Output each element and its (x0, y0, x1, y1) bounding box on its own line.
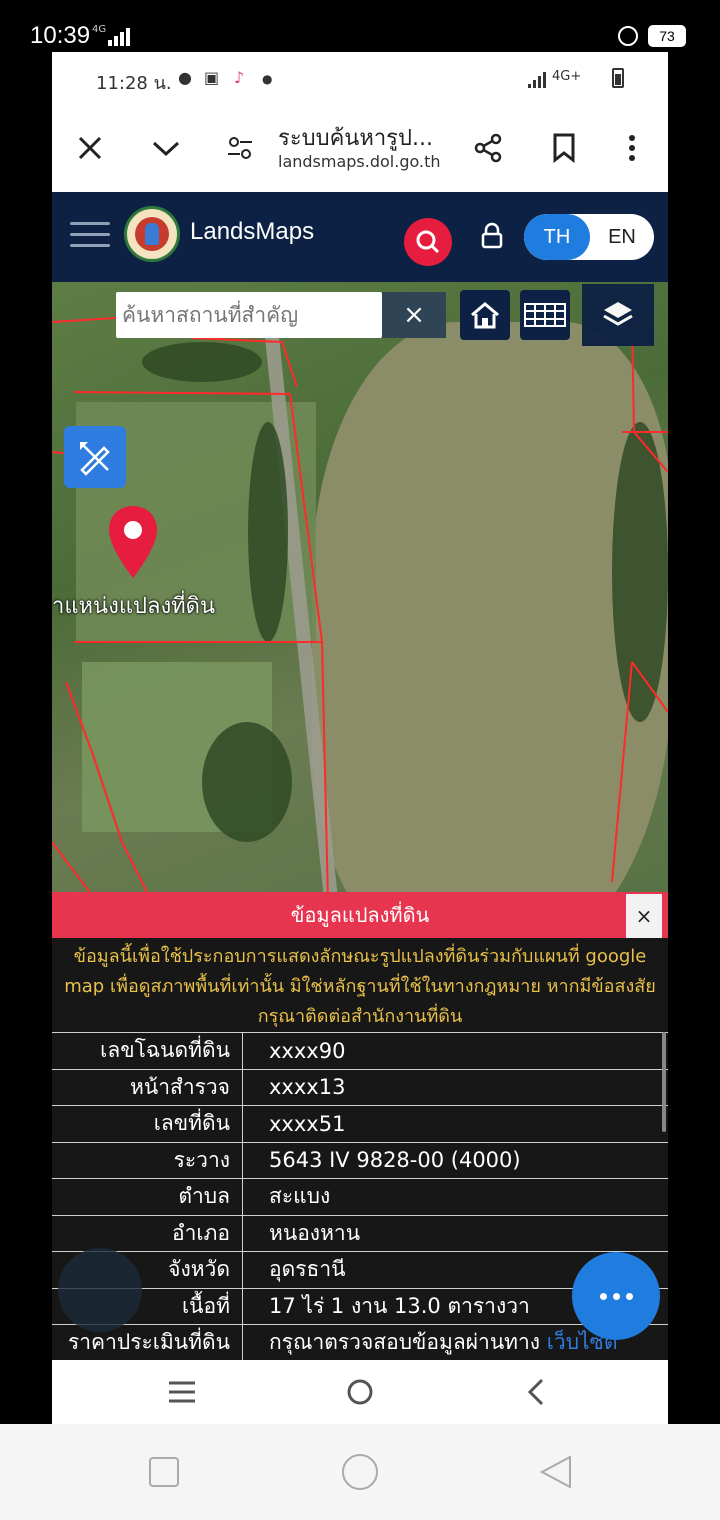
row-label: เลขโฉนดที่ดิน (100, 1038, 230, 1063)
bookmark-icon[interactable] (544, 128, 584, 168)
row-label: ระวาง (173, 1147, 230, 1172)
chevron-down-icon[interactable] (146, 128, 186, 168)
share-icon[interactable] (468, 128, 508, 168)
phone-nav-bar (52, 1360, 668, 1424)
app-name: LandsMaps (190, 218, 315, 245)
table-row: เลขที่ดิน xxxx51 (52, 1105, 668, 1142)
back-triangle-icon[interactable] (538, 1454, 574, 1490)
language-toggle[interactable]: TH EN (524, 214, 654, 260)
row-value: 5643 IV 9828-00 (4000) (269, 1148, 521, 1173)
layers-button[interactable] (582, 284, 654, 346)
landsmaps-logo (124, 206, 180, 262)
outer-status-bar: 10:39 4G 73 (0, 0, 720, 52)
row-value-text: กรุณาตรวจสอบข้อมูลผ่านทาง (269, 1330, 541, 1355)
signal-icon (108, 28, 130, 46)
more-actions-fab[interactable] (572, 1252, 660, 1340)
search-clear-button[interactable]: × (382, 292, 446, 338)
page-title[interactable]: ระบบค้นหารูป... (278, 120, 433, 155)
ruler-pencil-icon (80, 442, 110, 476)
dot-icon: ● (262, 72, 273, 86)
inner-status-time: 11:28 น. (96, 73, 172, 94)
home-circle-icon[interactable] (340, 1452, 380, 1492)
recents-menu-icon[interactable] (168, 1380, 196, 1404)
panel-close-button[interactable]: × (626, 894, 662, 938)
lang-th-button[interactable]: TH (524, 214, 590, 260)
rotation-lock-icon (618, 26, 638, 46)
lang-en-button[interactable]: EN (590, 214, 654, 260)
panel-scrollbar[interactable] (662, 1032, 666, 1132)
home-circle-icon[interactable] (346, 1378, 374, 1406)
more-horiz-icon (599, 1292, 607, 1300)
recents-square-icon[interactable] (148, 1456, 180, 1488)
table-row: เลขโฉนดที่ดิน xxxx90 (52, 1032, 668, 1069)
outer-status-time: 10:39 (30, 22, 91, 49)
browser-toolbar: ระบบค้นหารูป... landsmaps.dol.go.th (52, 104, 668, 192)
back-icon[interactable] (526, 1378, 546, 1406)
row-label: ราคาประเมินที่ดิน (67, 1330, 230, 1355)
layers-icon (603, 302, 633, 326)
system-nav-bar (0, 1424, 720, 1520)
info-button[interactable] (58, 1248, 142, 1332)
panel-disclaimer: ข้อมูลนี้เพื่อใช้ประกอบการแสดงลักษณะรูปแ… (64, 946, 656, 1027)
row-value: หนองหาน (269, 1220, 361, 1245)
table-row: ระวาง 5643 IV 9828-00 (4000) (52, 1141, 668, 1178)
home-icon (471, 302, 499, 329)
tune-icon[interactable] (220, 128, 260, 168)
grid-button[interactable] (520, 290, 570, 340)
battery-indicator: 73 (648, 25, 686, 47)
row-value: xxxx90 (269, 1038, 346, 1063)
phone-screen: 11:28 น. ● ▣ ♪ ● 4G+ ระบบค้นหารูป... lan… (52, 52, 668, 1424)
table-row: อำเภอ หนองหาน (52, 1214, 668, 1251)
draw-tool-button[interactable] (64, 426, 126, 488)
inner-status-bar: 11:28 น. ● ▣ ♪ ● 4G+ (52, 52, 668, 104)
location-pin-icon[interactable] (106, 504, 160, 580)
close-icon[interactable] (70, 128, 110, 168)
place-search-input[interactable] (116, 292, 382, 338)
tiktok-icon: ♪ (234, 68, 245, 87)
home-button[interactable] (460, 290, 510, 340)
lock-icon[interactable] (480, 222, 506, 252)
page-url[interactable]: landsmaps.dol.go.th (278, 152, 441, 171)
app-header: LandsMaps TH EN (52, 192, 668, 282)
row-value: xxxx51 (269, 1111, 346, 1136)
chat-icon: ● (178, 68, 192, 87)
more-vert-icon[interactable] (612, 128, 652, 168)
panel-title: ข้อมูลแปลงที่ดิน (52, 892, 668, 938)
table-row: ตำบล สะแบง (52, 1178, 668, 1215)
row-value: สะแบง (269, 1184, 331, 1209)
map-view[interactable]: × าแหน่งแปลงที่ดิน (52, 282, 668, 944)
search-button[interactable] (404, 218, 452, 266)
menu-icon[interactable] (70, 222, 110, 250)
row-label: ตำบล (178, 1184, 230, 1209)
row-value: xxxx13 (269, 1075, 346, 1100)
grid-icon (524, 303, 566, 327)
signal-icon (528, 72, 546, 88)
inner-network-label: 4G+ (552, 69, 582, 84)
outer-network-label: 4G (92, 24, 107, 35)
table-row: ราคาประเมินที่ดิน กรุณาตรวจสอบข้อมูลผ่านท… (52, 1324, 668, 1361)
row-label: หน้าสำรวจ (130, 1074, 230, 1099)
shop-icon: ▣ (204, 68, 220, 87)
row-label: เลขที่ดิน (153, 1111, 230, 1136)
pin-label: าแหน่งแปลงที่ดิน (52, 594, 216, 619)
row-label: อำเภอ (171, 1220, 230, 1245)
battery-icon (612, 68, 624, 88)
table-row: หน้าสำรวจ xxxx13 (52, 1068, 668, 1105)
